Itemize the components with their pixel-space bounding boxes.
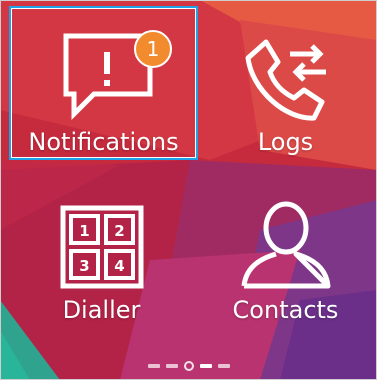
contacts-tile[interactable]: Contacts: [193, 192, 377, 342]
phone-log-icon: [245, 39, 326, 121]
notifications-tile[interactable]: 1 Notifications: [9, 6, 198, 160]
page-indicator: [148, 360, 248, 372]
page-dot[interactable]: [166, 364, 178, 368]
notifications-label: Notifications: [28, 128, 179, 156]
dialpad-key-3: 3: [79, 257, 89, 275]
dialpad-icon: 1 2 3 4: [60, 205, 143, 289]
dialpad-key-1: 1: [79, 222, 89, 240]
notification-count-badge: 1: [134, 30, 172, 68]
logs-tile[interactable]: Logs: [193, 6, 377, 156]
page-dot-active[interactable]: [200, 364, 212, 368]
dialpad-key-2: 2: [114, 222, 124, 240]
home-screen: 1 Notifications Logs 1 2 3 4 Dialler Con…: [0, 0, 377, 380]
page-dot[interactable]: [218, 364, 230, 368]
person-icon: [241, 201, 330, 289]
contacts-label: Contacts: [232, 296, 339, 324]
page-dot-home[interactable]: [184, 361, 194, 371]
logs-label: Logs: [257, 128, 314, 156]
page-dot[interactable]: [148, 364, 160, 368]
dialler-tile[interactable]: 1 2 3 4 Dialler: [9, 192, 194, 342]
dialler-label: Dialler: [62, 296, 141, 324]
dialpad-key-4: 4: [114, 257, 124, 275]
